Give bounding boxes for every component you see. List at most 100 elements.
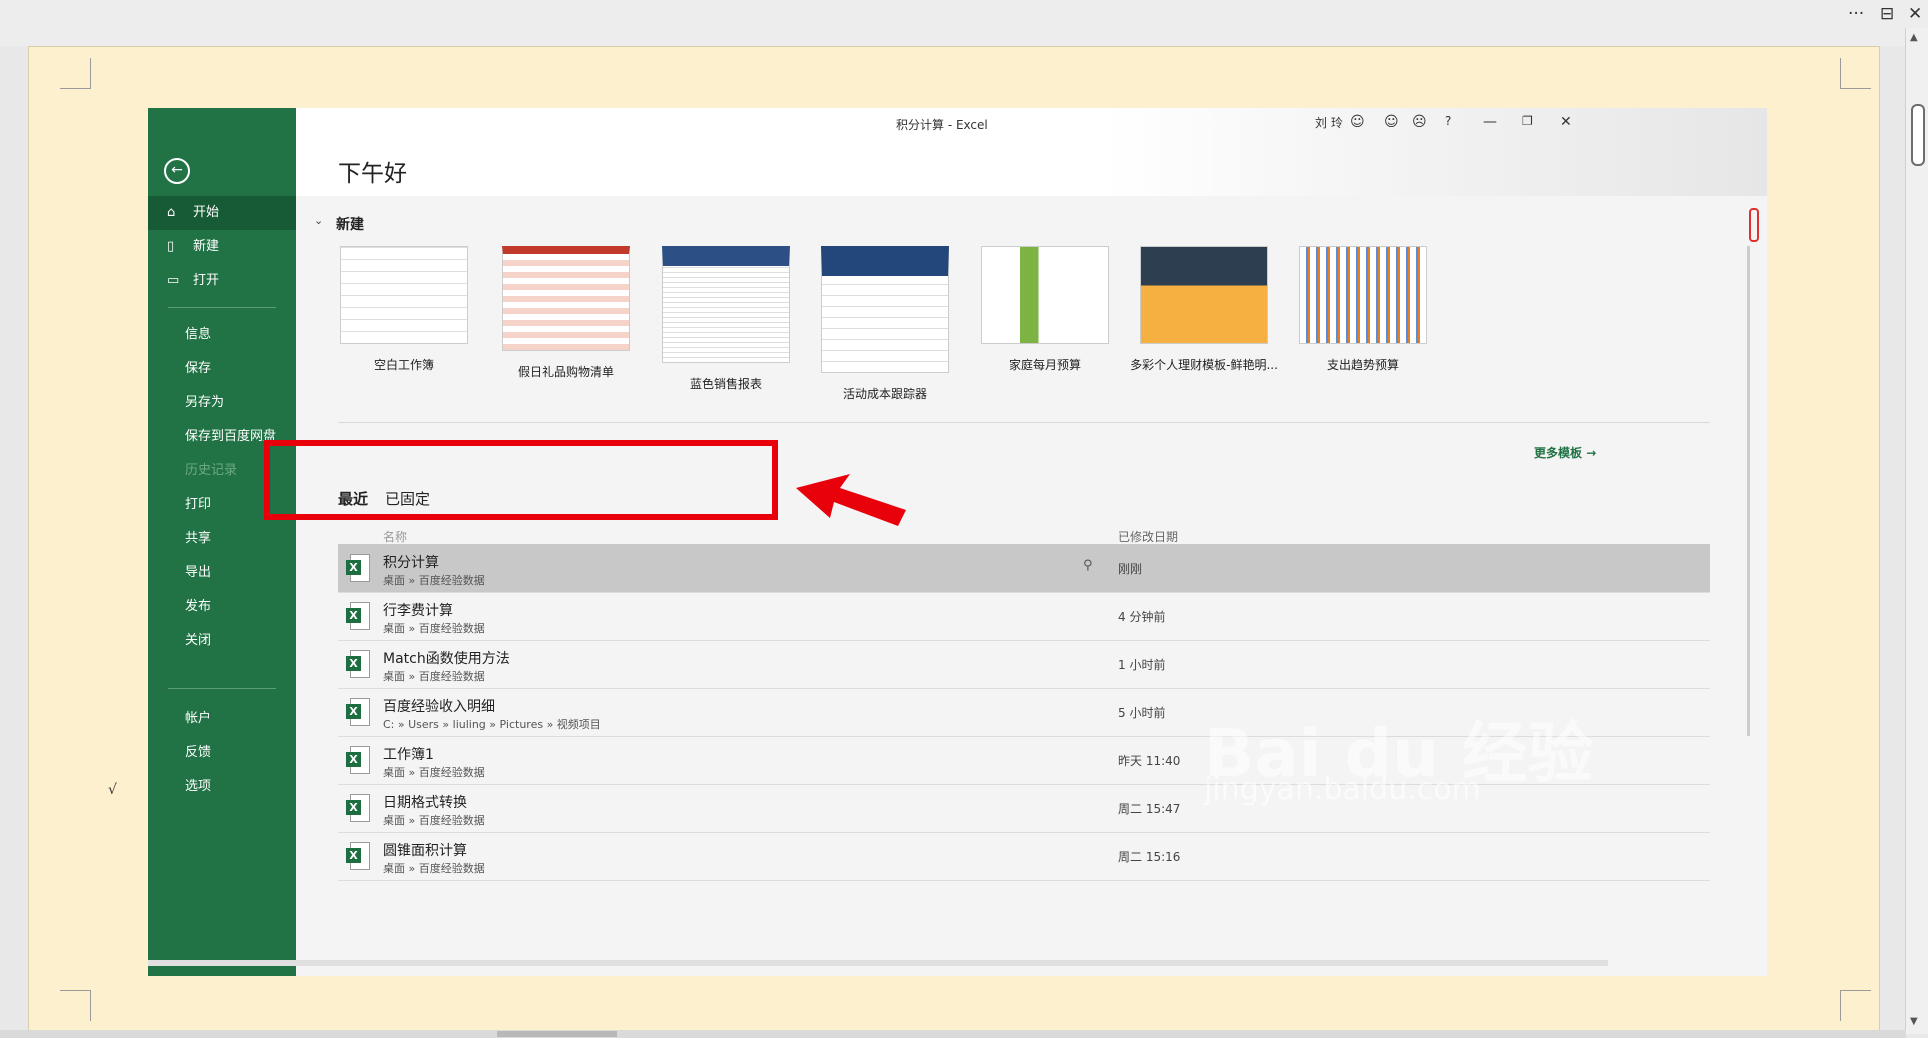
template-blank-workbook[interactable]: 空白工作簿: [323, 246, 485, 373]
column-name-header[interactable]: 名称: [383, 528, 407, 545]
file-modified: 周二 15:47: [1118, 802, 1181, 816]
template-thumbnail: [1140, 246, 1268, 344]
vertical-scrollbar[interactable]: ▲ ▼: [1905, 28, 1928, 1034]
scroll-track: [1747, 246, 1750, 736]
sidebar-item-label: 导出: [185, 565, 212, 580]
header-band: 积分计算 - Excel 下午好 刘 玲 ☺ ☺ ☹ ? — ❐ ✕: [296, 108, 1767, 196]
file-name: 行李费计算: [383, 603, 453, 619]
pin-icon[interactable]: ⚲: [1083, 558, 1093, 573]
sidebar-item-options[interactable]: 选项: [148, 770, 296, 804]
account-icon[interactable]: ☺: [1350, 114, 1365, 130]
scroll-down-icon[interactable]: ▼: [1910, 1016, 1918, 1027]
sidebar-item-save[interactable]: 保存: [148, 352, 296, 386]
more-icon[interactable]: ···: [1848, 4, 1864, 24]
file-modified: 周二 15:16: [1118, 850, 1181, 864]
template-event-cost[interactable]: 活动成本跟踪器: [804, 246, 966, 402]
sidebar-item-new[interactable]: ▯ 新建: [148, 230, 296, 264]
section-title-new: 新建: [336, 217, 364, 233]
sidebar-item-close[interactable]: 关闭: [148, 624, 296, 658]
content-scrollbar[interactable]: [1745, 196, 1761, 976]
recent-file-row[interactable]: X Match函数使用方法 桌面 » 百度经验数据 1 小时前: [338, 640, 1710, 689]
scroll-thumb[interactable]: [1911, 104, 1925, 166]
template-label: 活动成本跟踪器: [842, 387, 927, 401]
close-icon[interactable]: ✕: [1560, 114, 1572, 130]
sidebar-item-label: 关闭: [185, 633, 212, 648]
template-thumbnail: [662, 246, 790, 363]
file-modified: 刚刚: [1118, 562, 1143, 576]
sidebar-item-save-as[interactable]: 另存为: [148, 386, 296, 420]
file-path: C: » Users » liuling » Pictures » 视频项目: [383, 718, 601, 731]
template-blue-sales[interactable]: 蓝色销售报表: [645, 246, 807, 392]
sidebar-item-label: 打印: [185, 497, 212, 512]
minimize-icon[interactable]: —: [1483, 114, 1497, 130]
file-modified: 昨天 11:40: [1118, 754, 1181, 768]
template-thumbnail: [1299, 246, 1427, 344]
file-modified: 4 分钟前: [1118, 610, 1166, 624]
sidebar-item-open[interactable]: ▭ 打开: [148, 264, 296, 298]
arrow-right-icon: →: [1586, 446, 1597, 460]
scroll-thumb[interactable]: [497, 1031, 617, 1037]
file-path: 桌面 » 百度经验数据: [383, 670, 485, 683]
sidebar-item-label: 历史记录: [185, 463, 238, 478]
sidebar-item-label: 发布: [185, 599, 212, 614]
restore-icon[interactable]: ⊟: [1880, 4, 1894, 24]
highlight-box: [264, 440, 778, 520]
chevron-down-icon[interactable]: ⌄: [314, 214, 323, 227]
help-icon[interactable]: ?: [1445, 114, 1451, 128]
sidebar-item-home[interactable]: ⌂ 开始: [148, 196, 296, 230]
excel-file-icon: X: [346, 746, 370, 774]
sidebar-item-info[interactable]: 信息: [148, 318, 296, 352]
template-thumbnail: [340, 246, 468, 344]
template-colorful-finance[interactable]: 多彩个人理财模板-鲜艳明...: [1123, 246, 1285, 373]
sidebar-item-export[interactable]: 导出: [148, 556, 296, 590]
sidebar-item-feedback[interactable]: 反馈: [148, 736, 296, 770]
backstage-main: 积分计算 - Excel 下午好 刘 玲 ☺ ☺ ☹ ? — ❐ ✕ ⌄ 新建 …: [296, 108, 1767, 976]
template-holiday-gift[interactable]: 假日礼品购物清单: [485, 246, 647, 380]
frown-icon[interactable]: ☹: [1412, 114, 1427, 130]
sidebar-item-label: 信息: [185, 327, 212, 342]
file-path: 桌面 » 百度经验数据: [383, 766, 485, 779]
excel-backstage: ← ⌂ 开始 ▯ 新建 ▭ 打开 信息 保存 另存为 保存到百度网盘 历史记录 打印 …: [148, 108, 1767, 976]
sidebar-item-share[interactable]: 共享: [148, 522, 296, 556]
template-expense-trend[interactable]: 支出趋势预算: [1282, 246, 1444, 373]
column-modified-header[interactable]: 已修改日期: [1118, 528, 1178, 545]
more-templates-link[interactable]: 更多模板 →: [1534, 444, 1596, 461]
restore-icon[interactable]: ❐: [1522, 114, 1533, 128]
backstage-horizontal-scrollbar[interactable]: [148, 960, 1608, 966]
file-path: 桌面 » 百度经验数据: [383, 862, 485, 875]
template-label: 空白工作簿: [373, 358, 434, 372]
template-label: 家庭每月预算: [1008, 358, 1081, 372]
file-path: 桌面 » 百度经验数据: [383, 622, 485, 635]
sidebar-item-label: 另存为: [185, 395, 225, 410]
file-modified: 5 小时前: [1118, 706, 1166, 720]
file-name: 日期格式转换: [383, 795, 467, 811]
file-modified: 1 小时前: [1118, 658, 1166, 672]
template-label: 蓝色销售报表: [689, 377, 762, 391]
recent-file-row[interactable]: X 行李费计算 桌面 » 百度经验数据 4 分钟前: [338, 592, 1710, 641]
sidebar-item-publish[interactable]: 发布: [148, 590, 296, 624]
scroll-thumb[interactable]: [1749, 208, 1759, 242]
file-name: Match函数使用方法: [383, 651, 510, 667]
more-templates-label: 更多模板: [1534, 446, 1583, 460]
new-doc-icon: ▯: [167, 239, 175, 254]
file-path: 桌面 » 百度经验数据: [383, 814, 485, 827]
template-thumbnail: [981, 246, 1109, 344]
sidebar-item-label: 共享: [185, 531, 212, 546]
horizontal-scrollbar[interactable]: [0, 1030, 1906, 1038]
back-arrow-icon[interactable]: ←: [164, 158, 190, 184]
sidebar-item-label: 保存到百度网盘: [185, 429, 277, 444]
crop-mark: [60, 58, 91, 89]
template-label: 假日礼品购物清单: [517, 365, 614, 379]
close-icon[interactable]: ✕: [1908, 4, 1922, 24]
smile-icon[interactable]: ☺: [1384, 114, 1399, 130]
recent-file-row[interactable]: X 圆锥面积计算 桌面 » 百度经验数据 周二 15:16: [338, 832, 1710, 881]
backstage-sidebar: ← ⌂ 开始 ▯ 新建 ▭ 打开 信息 保存 另存为 保存到百度网盘 历史记录 打印 …: [148, 108, 296, 976]
scroll-up-icon[interactable]: ▲: [1910, 32, 1918, 43]
sidebar-item-account[interactable]: 帐户: [148, 702, 296, 736]
file-name: 工作簿1: [383, 747, 434, 763]
sidebar-item-label: 开始: [193, 205, 220, 220]
template-family-budget[interactable]: 家庭每月预算: [964, 246, 1126, 373]
sidebar-divider: [168, 307, 276, 308]
user-name[interactable]: 刘 玲: [1315, 114, 1343, 131]
recent-file-row[interactable]: X 积分计算 桌面 » 百度经验数据 ⚲ 刚刚: [338, 544, 1710, 593]
